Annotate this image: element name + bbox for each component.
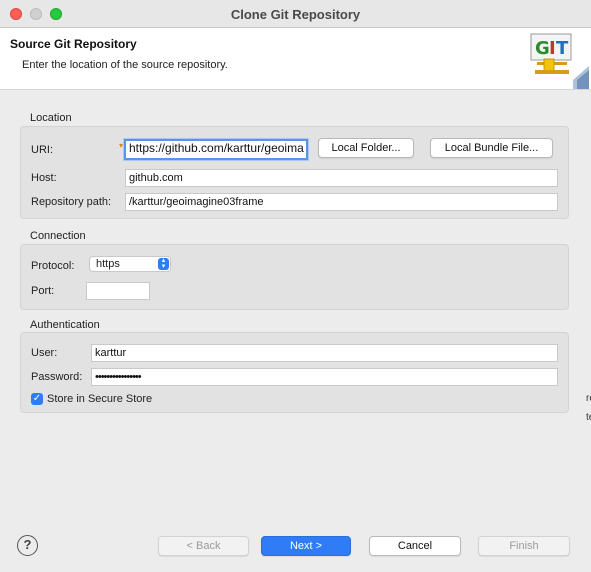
edge-text-fragment: te bbox=[586, 412, 591, 423]
cancel-button[interactable]: Cancel bbox=[369, 536, 461, 556]
svg-text:G: G bbox=[535, 38, 550, 59]
window-title: Clone Git Repository bbox=[230, 7, 361, 22]
uri-input[interactable]: https://github.com/karttur/geoima bbox=[124, 139, 308, 160]
uri-label: URI: bbox=[31, 144, 53, 156]
location-group-label: Location bbox=[30, 112, 72, 124]
port-input[interactable] bbox=[86, 282, 150, 300]
warning-icon: ▾ bbox=[119, 141, 124, 150]
wizard-banner: Source Git Repository Enter the location… bbox=[0, 28, 591, 90]
svg-text:I: I bbox=[549, 38, 556, 59]
chevron-updown-icon: ▴ ▾ bbox=[158, 257, 169, 270]
password-label: Password: bbox=[31, 371, 83, 383]
help-button[interactable]: ? bbox=[17, 535, 38, 556]
connection-group bbox=[20, 244, 569, 310]
store-secure-label: Store in Secure Store bbox=[47, 393, 153, 405]
edge-text-fragment: re bbox=[586, 393, 591, 404]
next-button[interactable]: Next > bbox=[261, 536, 351, 556]
git-logo-icon: G I T bbox=[530, 33, 589, 89]
local-bundle-file-button[interactable]: Local Bundle File... bbox=[430, 138, 553, 158]
host-input[interactable]: github.com bbox=[125, 169, 558, 187]
user-input[interactable]: karttur bbox=[91, 344, 558, 362]
repository-path-input[interactable]: /karttur/geoimagine03frame bbox=[125, 193, 558, 211]
banner-title: Source Git Repository bbox=[10, 37, 137, 51]
banner-description: Enter the location of the source reposit… bbox=[22, 59, 228, 71]
protocol-value: https bbox=[96, 258, 120, 270]
protocol-select[interactable]: https ▴ ▾ bbox=[89, 256, 171, 272]
host-label: Host: bbox=[31, 172, 57, 184]
authentication-group-label: Authentication bbox=[30, 319, 100, 331]
password-input[interactable]: •••••••••••••••• bbox=[91, 368, 558, 386]
back-button[interactable]: < Back bbox=[158, 536, 249, 556]
protocol-label: Protocol: bbox=[31, 260, 75, 272]
user-label: User: bbox=[31, 347, 58, 359]
connection-group-label: Connection bbox=[30, 230, 86, 242]
svg-text:T: T bbox=[556, 38, 569, 59]
local-folder-button[interactable]: Local Folder... bbox=[318, 138, 414, 158]
finish-button[interactable]: Finish bbox=[478, 536, 570, 556]
repository-path-label: Repository path: bbox=[31, 196, 112, 208]
store-secure-checkbox[interactable]: ✓ bbox=[31, 393, 43, 405]
title-bar: Clone Git Repository bbox=[0, 0, 591, 28]
port-label: Port: bbox=[31, 285, 55, 297]
